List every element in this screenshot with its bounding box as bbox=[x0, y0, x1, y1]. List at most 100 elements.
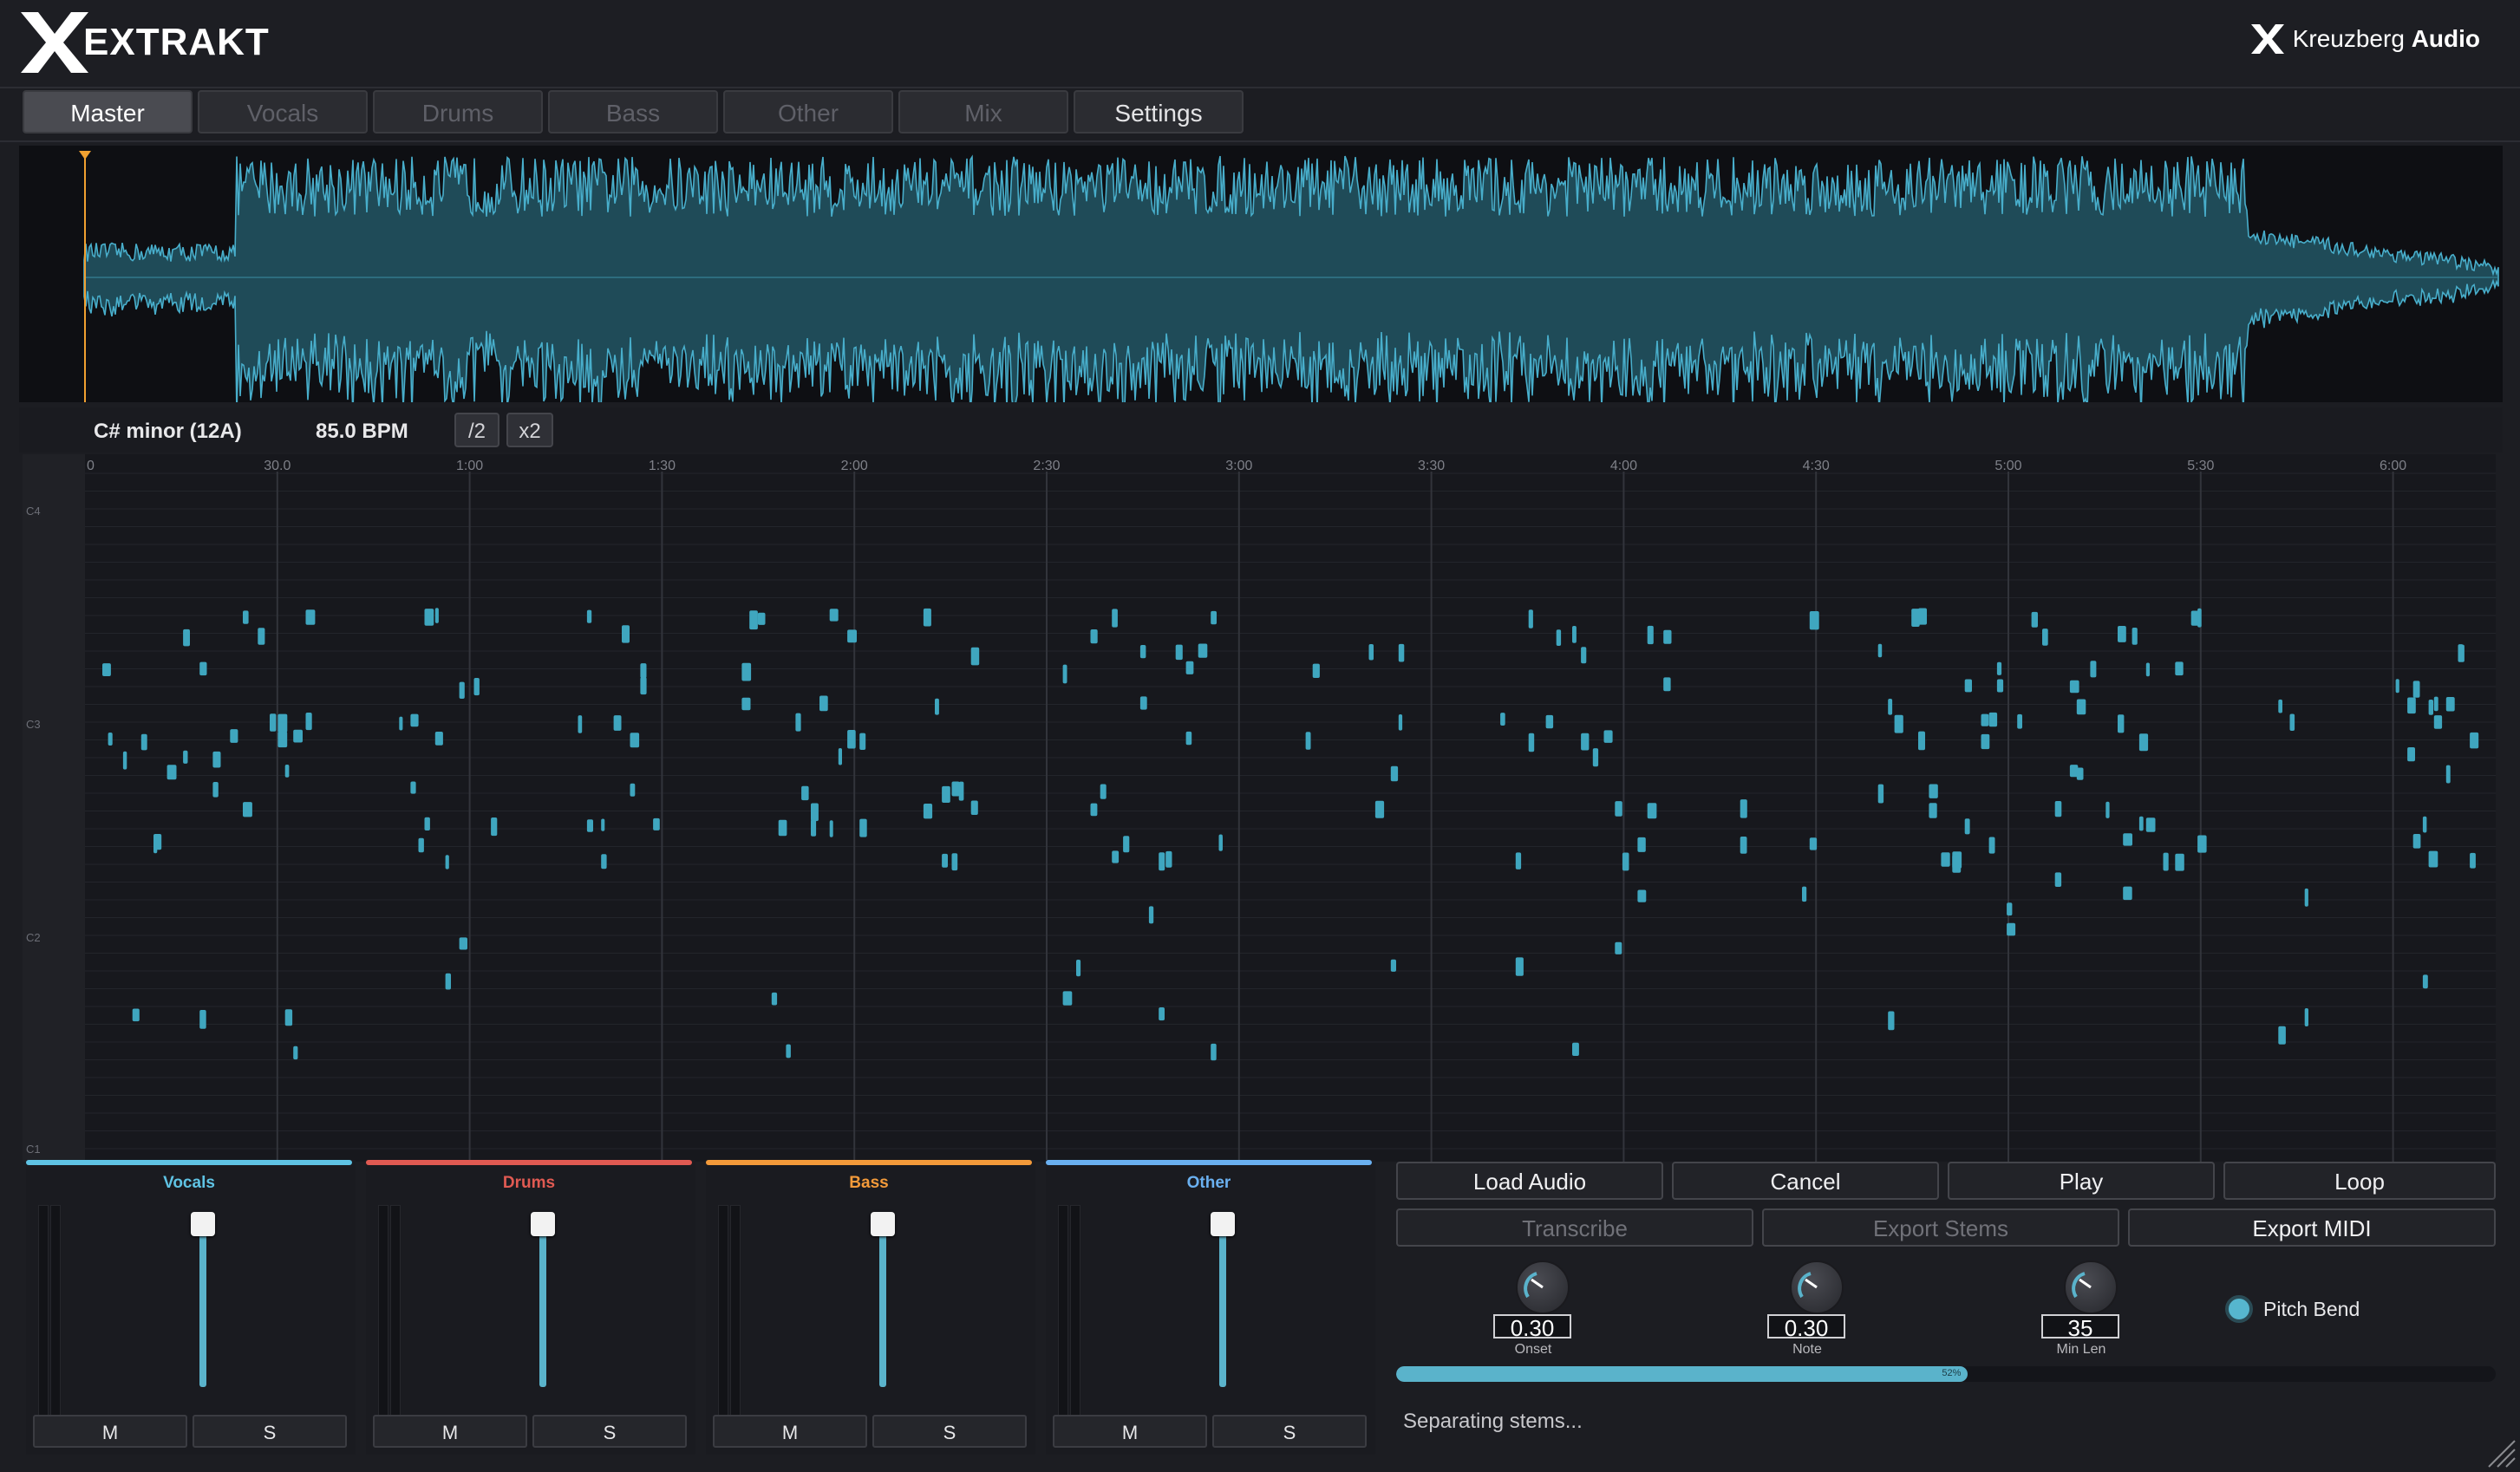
midi-note bbox=[829, 820, 833, 837]
piano-roll[interactable]: 0 30.0 1:00 1:30 2:00 2:30 3:00 3:30 4:00 4:30 5:0… bbox=[23, 454, 2496, 1162]
solo-button[interactable]: S bbox=[193, 1415, 347, 1448]
time-tick-label: 2:30 bbox=[1033, 459, 1060, 473]
midi-note bbox=[2412, 681, 2420, 698]
volume-fader-handle[interactable] bbox=[871, 1212, 895, 1236]
keyboard-strip bbox=[23, 454, 85, 1162]
play-button[interactable]: Play bbox=[1948, 1162, 2215, 1200]
octave-label: C2 bbox=[26, 931, 41, 944]
channel-color-bar bbox=[26, 1160, 352, 1165]
midi-note bbox=[445, 973, 451, 990]
midi-note bbox=[1572, 1042, 1579, 1056]
piano-roll-canvas[interactable]: 0 30.0 1:00 1:30 2:00 2:30 3:00 3:30 4:00 4:30 5:0… bbox=[23, 454, 2496, 1162]
channel-strip-other: Other M S bbox=[1046, 1160, 1375, 1455]
rotary-knob[interactable] bbox=[1790, 1260, 1844, 1314]
tab-master[interactable]: Master bbox=[23, 90, 193, 134]
tab-bass[interactable]: Bass bbox=[548, 90, 718, 134]
rotary-knob[interactable] bbox=[1516, 1260, 1570, 1314]
transcribe-button[interactable]: Transcribe bbox=[1396, 1208, 1753, 1247]
midi-note bbox=[305, 713, 312, 731]
volume-fader-track[interactable] bbox=[199, 1224, 206, 1387]
volume-fader-handle[interactable] bbox=[1211, 1212, 1235, 1236]
time-tick-label: 4:00 bbox=[1610, 459, 1637, 473]
midi-note bbox=[2304, 888, 2308, 907]
midi-note bbox=[2118, 626, 2126, 642]
app-header bbox=[0, 0, 2520, 88]
pitch-bend-toggle[interactable]: Pitch Bend bbox=[2225, 1295, 2360, 1323]
midi-note bbox=[1090, 803, 1098, 817]
midi-note bbox=[2470, 732, 2479, 749]
midi-note bbox=[811, 803, 819, 822]
half-tempo-button[interactable]: /2 bbox=[454, 413, 499, 447]
cancel-button[interactable]: Cancel bbox=[1672, 1162, 1939, 1200]
midi-note bbox=[1123, 836, 1130, 853]
midi-note bbox=[2197, 608, 2202, 628]
knob-label: Min Len bbox=[2056, 1342, 2106, 1357]
mute-button[interactable]: M bbox=[1053, 1415, 1207, 1448]
tab-settings[interactable]: Settings bbox=[1074, 90, 1244, 134]
volume-fader-track[interactable] bbox=[1219, 1224, 1226, 1387]
volume-fader-track[interactable] bbox=[879, 1224, 886, 1387]
mute-button[interactable]: M bbox=[713, 1415, 867, 1448]
knob-min-len: 35 Min Len bbox=[2027, 1260, 2149, 1373]
knob-indicator-icon bbox=[2072, 1272, 2092, 1299]
midi-note bbox=[838, 748, 842, 765]
midi-note bbox=[601, 854, 607, 870]
midi-note bbox=[1528, 733, 1535, 752]
midi-note bbox=[2145, 817, 2156, 832]
midi-note bbox=[1888, 1011, 1895, 1031]
midi-note bbox=[942, 853, 948, 868]
midi-note bbox=[270, 713, 277, 732]
status-text: Separating stems... bbox=[1403, 1410, 1583, 1433]
midi-note bbox=[1556, 629, 1562, 646]
knob-value[interactable]: 35 bbox=[2041, 1314, 2119, 1340]
midi-note bbox=[1988, 837, 1995, 854]
volume-fader-handle[interactable] bbox=[191, 1212, 215, 1236]
midi-note bbox=[1500, 713, 1505, 726]
midi-note bbox=[970, 647, 980, 666]
knob-value[interactable]: 0.30 bbox=[1493, 1314, 1571, 1340]
midi-note bbox=[1581, 733, 1590, 751]
waveform-canvas[interactable] bbox=[19, 146, 2503, 402]
load-audio-button[interactable]: Load Audio bbox=[1396, 1162, 1663, 1200]
midi-note bbox=[1877, 643, 1883, 658]
volume-fader-track[interactable] bbox=[539, 1224, 546, 1387]
midi-note bbox=[1398, 714, 1403, 731]
pitch-bend-radio[interactable] bbox=[2225, 1295, 2253, 1323]
midi-note bbox=[811, 819, 817, 837]
midi-note bbox=[1615, 941, 1622, 954]
double-tempo-button[interactable]: x2 bbox=[506, 413, 553, 447]
knob-label: Onset bbox=[1514, 1342, 1552, 1357]
midi-note bbox=[771, 992, 778, 1006]
midi-note bbox=[2458, 644, 2465, 662]
midi-note bbox=[2433, 696, 2438, 712]
mute-button[interactable]: M bbox=[33, 1415, 187, 1448]
time-tick-label: 3:00 bbox=[1225, 459, 1252, 473]
midi-note bbox=[749, 610, 758, 630]
knob-value[interactable]: 0.30 bbox=[1767, 1314, 1845, 1340]
rotary-knob[interactable] bbox=[2064, 1260, 2118, 1314]
midi-note bbox=[243, 610, 249, 624]
time-tick-label: 3:30 bbox=[1418, 459, 1445, 473]
tab-mix[interactable]: Mix bbox=[898, 90, 1068, 134]
waveform-overview[interactable] bbox=[19, 146, 2503, 402]
tab-drums[interactable]: Drums bbox=[373, 90, 543, 134]
midi-note bbox=[1603, 730, 1613, 743]
loop-button[interactable]: Loop bbox=[2223, 1162, 2496, 1200]
midi-note bbox=[1148, 906, 1154, 924]
midi-note bbox=[1159, 852, 1165, 871]
channel-name: Vocals bbox=[163, 1174, 215, 1192]
resize-grip-icon[interactable] bbox=[2485, 1437, 2517, 1469]
export-stems-button[interactable]: Export Stems bbox=[1762, 1208, 2119, 1247]
tab-vocals[interactable]: Vocals bbox=[198, 90, 368, 134]
solo-button[interactable]: S bbox=[532, 1415, 687, 1448]
midi-note bbox=[459, 681, 465, 699]
solo-button[interactable]: S bbox=[1212, 1415, 1367, 1448]
mute-button[interactable]: M bbox=[373, 1415, 527, 1448]
midi-note bbox=[1615, 801, 1622, 817]
midi-note bbox=[2017, 713, 2022, 729]
midi-note bbox=[2428, 850, 2438, 868]
export-midi-button[interactable]: Export MIDI bbox=[2128, 1208, 2496, 1247]
solo-button[interactable]: S bbox=[872, 1415, 1027, 1448]
tab-other[interactable]: Other bbox=[723, 90, 893, 134]
volume-fader-handle[interactable] bbox=[531, 1212, 555, 1236]
